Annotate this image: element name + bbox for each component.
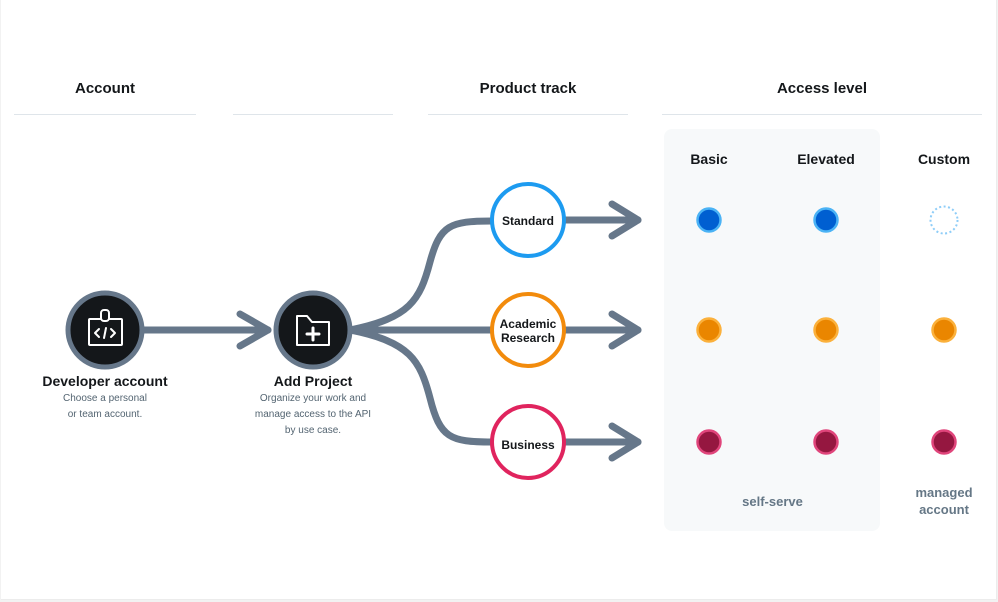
description-line: Organize your work and [259, 393, 367, 404]
access-dot-academic-custom [931, 317, 957, 343]
developer-account-node [65, 290, 145, 370]
add-project-description: Organize your work and manage access to … [228, 391, 398, 439]
flow-diagram [65, 182, 959, 480]
description-line: manage access to the API [254, 409, 372, 420]
managed-account-line: account [919, 502, 969, 517]
developer-account-description: Choose a personal or team account. [20, 391, 190, 423]
level-header-custom: Custom [917, 151, 971, 167]
access-dot-standard-basic [696, 207, 722, 233]
level-header-elevated: Elevated [797, 151, 855, 167]
track-label-line: Standard [501, 214, 554, 228]
access-dot-academic-elevated [813, 317, 839, 343]
self-serve-label: self-serve [742, 494, 803, 509]
add-project-node [273, 290, 353, 370]
track-label-line: Academic [499, 317, 557, 331]
connector-project-to-standard [346, 217, 496, 334]
track-label-line: Business [501, 438, 555, 452]
access-dot-academic-basic [696, 317, 722, 343]
access-dot-standard-elevated [813, 207, 839, 233]
track-label-business: Business [488, 438, 568, 452]
access-dot-business-elevated [813, 429, 839, 455]
add-project-title: Add Project [273, 373, 353, 389]
track-label-academic-research: Academic Research [488, 317, 568, 345]
access-dot-business-custom [931, 429, 957, 455]
description-line: Choose a personal [63, 393, 147, 404]
track-label-standard: Standard [488, 214, 568, 228]
description-line: by use case. [284, 425, 342, 436]
access-dot-empty-standard-custom [929, 205, 959, 235]
level-header-basic: Basic [690, 151, 728, 167]
access-dot-business-basic [696, 429, 722, 455]
managed-account-label: managed account [894, 484, 994, 518]
track-label-line: Research [500, 331, 556, 345]
description-line: or team account. [67, 409, 143, 420]
managed-account-line: managed [915, 485, 973, 500]
developer-account-title: Developer account [42, 373, 168, 389]
